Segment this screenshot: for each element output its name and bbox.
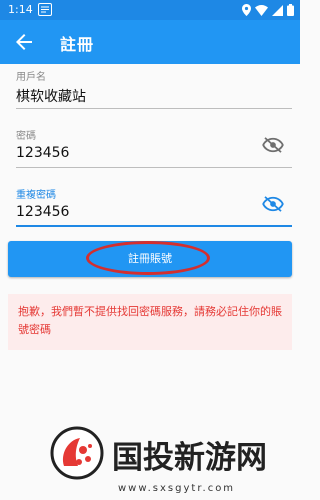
register-button[interactable]: 註冊賬號	[8, 241, 292, 277]
password-input[interactable]: 123456	[16, 145, 292, 161]
warning-text: 抱歉，我們暫不提供找回密碼服務，請務必記住你的賬號密碼	[18, 305, 282, 336]
confirm-password-underline	[16, 225, 292, 227]
battery-icon	[287, 4, 294, 16]
confirm-password-input[interactable]: 123456	[16, 204, 292, 220]
confirm-password-field[interactable]: 重複密碼 123456	[16, 186, 292, 227]
watermark-url: www.sxsgytr.com	[118, 483, 236, 494]
watermark: 国投新游网 www.sxsgytr.com	[0, 420, 300, 500]
brand-logo-icon	[50, 426, 104, 480]
username-field[interactable]: 用戶名 棋软收藏站	[16, 68, 292, 109]
password-field[interactable]: 密碼 123456	[16, 127, 292, 168]
watermark-brand: 国投新游网	[112, 440, 267, 476]
warning-message: 抱歉，我們暫不提供找回密碼服務，請務必記住你的賬號密碼	[8, 294, 292, 350]
eye-off-icon[interactable]	[262, 196, 284, 212]
signal-icon	[272, 4, 283, 16]
eye-off-icon[interactable]	[262, 137, 284, 153]
app-bar: 註冊	[0, 20, 300, 64]
username-underline	[16, 108, 292, 109]
back-arrow-icon[interactable]	[12, 30, 36, 54]
password-label: 密碼	[16, 131, 36, 142]
wifi-icon	[255, 4, 268, 16]
password-underline	[16, 167, 292, 168]
username-input[interactable]: 棋软收藏站	[16, 86, 292, 106]
page-title: 註冊	[60, 35, 95, 54]
status-bar: 1:14	[0, 0, 300, 20]
status-icons	[242, 4, 294, 16]
username-label: 用戶名	[16, 72, 46, 83]
confirm-password-label: 重複密碼	[16, 190, 56, 201]
location-icon	[242, 4, 251, 16]
notification-icon	[38, 3, 52, 16]
status-time: 1:14	[8, 3, 33, 16]
